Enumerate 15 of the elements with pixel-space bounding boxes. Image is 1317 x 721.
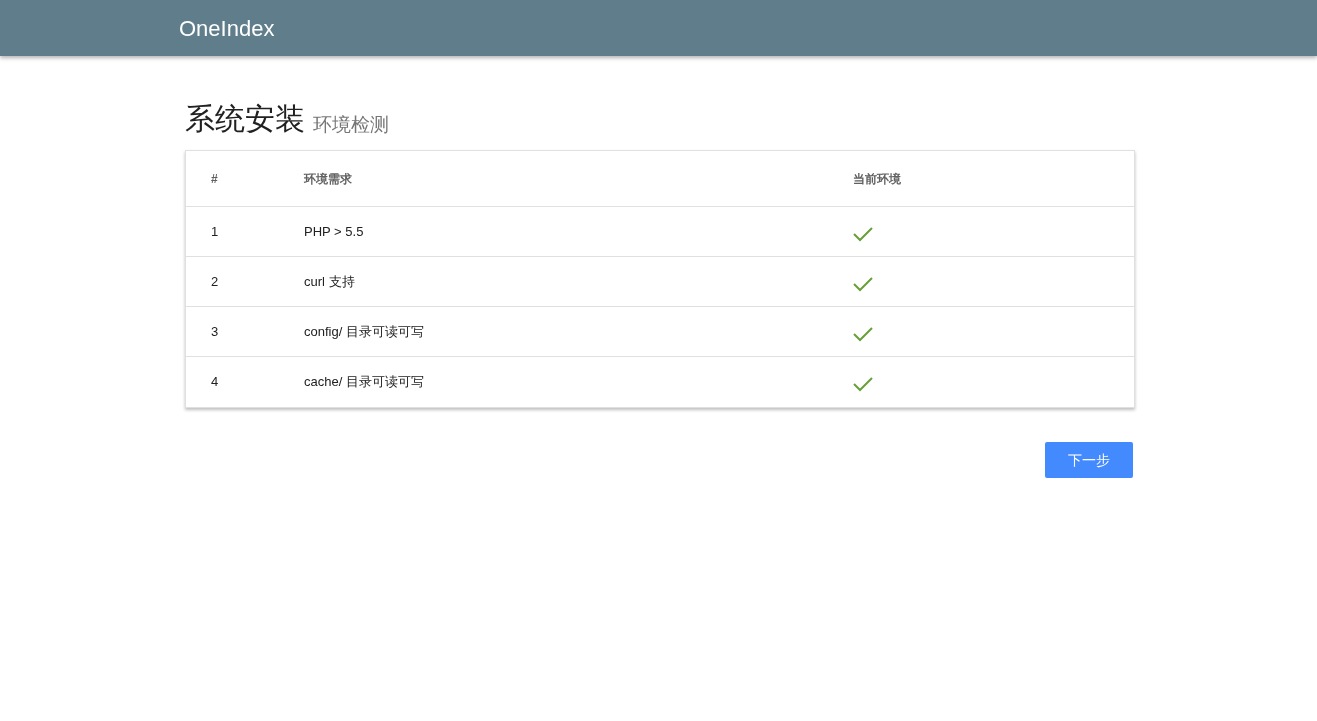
column-header: 环境需求 bbox=[304, 171, 352, 186]
requirement-text: PHP > 5.5 bbox=[304, 223, 364, 239]
page-subtitle: 环境检测 bbox=[313, 115, 389, 134]
column-header: 当前环境 bbox=[853, 171, 901, 186]
row-number: 1 bbox=[211, 223, 219, 239]
app-title[interactable]: OneIndex bbox=[179, 11, 275, 45]
column-header: # bbox=[211, 171, 218, 186]
row-number: 4 bbox=[211, 374, 219, 390]
next-button[interactable]: 下一步 bbox=[1045, 442, 1133, 478]
row-number: 3 bbox=[211, 323, 219, 339]
page-title: 系统安装 bbox=[185, 104, 305, 134]
requirement-text: curl 支持 bbox=[304, 273, 355, 289]
requirement-text: cache/ 目录可读可写 bbox=[304, 374, 424, 390]
row-number: 2 bbox=[211, 273, 219, 289]
requirement-text: config/ 目录可读可写 bbox=[304, 323, 424, 339]
